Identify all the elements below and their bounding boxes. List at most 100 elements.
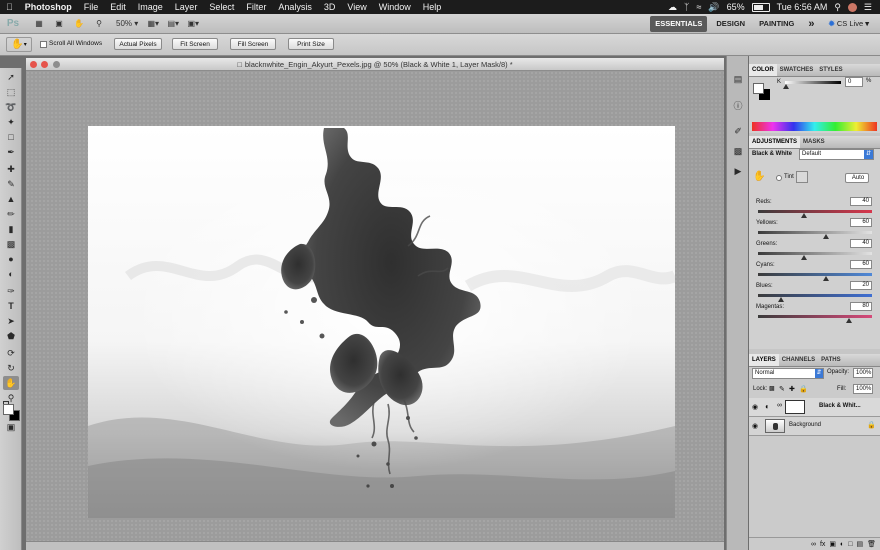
crop-tool-icon[interactable]: □ bbox=[3, 130, 19, 144]
add-mask-icon[interactable]: ▣ bbox=[829, 540, 836, 548]
lock-position-icon[interactable]: ✚ bbox=[789, 385, 795, 393]
slider-thumb[interactable] bbox=[800, 213, 807, 218]
k-channel-slider-thumb[interactable] bbox=[783, 84, 789, 89]
scroll-all-windows-checkbox[interactable] bbox=[40, 41, 47, 48]
cloud-icon[interactable]: ☁ bbox=[668, 2, 677, 13]
user-avatar-icon[interactable] bbox=[847, 2, 857, 12]
foreground-color-swatch[interactable] bbox=[3, 404, 14, 415]
menu-file[interactable]: File bbox=[78, 0, 105, 14]
gradient-tool-icon[interactable]: ▩ bbox=[3, 237, 19, 251]
menu-image[interactable]: Image bbox=[132, 0, 169, 14]
workspace-painting[interactable]: PAINTING bbox=[754, 16, 799, 32]
slider-value-field[interactable]: 60 bbox=[850, 218, 872, 227]
menu-analysis[interactable]: Analysis bbox=[272, 0, 318, 14]
info-panel-icon[interactable]: ⓘ bbox=[730, 98, 746, 112]
marquee-tool-icon[interactable]: ⬚ bbox=[3, 85, 19, 99]
delete-layer-icon[interactable]: 🗑 bbox=[867, 540, 876, 548]
layer-row-black-white[interactable]: ◉ ◐ ∞ Black & Whit... bbox=[749, 398, 880, 417]
slider-track[interactable] bbox=[758, 273, 872, 276]
k-value-field[interactable]: 0 bbox=[845, 77, 863, 87]
menu-app-name[interactable]: Photoshop bbox=[19, 0, 78, 14]
visibility-eye-icon[interactable]: ◉ bbox=[752, 422, 758, 430]
slider-track[interactable] bbox=[758, 210, 872, 213]
document-image[interactable] bbox=[88, 126, 675, 518]
tool-preset-picker[interactable]: ✋ ▾ bbox=[6, 37, 32, 52]
slider-value-field[interactable]: 40 bbox=[850, 197, 872, 206]
hand-tool-selected-icon[interactable]: ✋ bbox=[3, 376, 19, 390]
opacity-field[interactable]: 100% bbox=[853, 368, 873, 378]
layer-mask-thumbnail[interactable] bbox=[785, 400, 805, 414]
fit-screen-button[interactable]: Fit Screen bbox=[172, 38, 218, 50]
pen-tool-icon[interactable]: ✑ bbox=[3, 284, 19, 298]
menu-layer[interactable]: Layer bbox=[169, 0, 204, 14]
slider-value-field[interactable]: 40 bbox=[850, 239, 872, 248]
history-brush-tool-icon[interactable]: ✏ bbox=[3, 207, 19, 221]
zoom-tool-icon[interactable]: ⚲ bbox=[92, 17, 106, 31]
slider-track[interactable] bbox=[758, 315, 872, 318]
menu-filter[interactable]: Filter bbox=[240, 0, 272, 14]
bluetooth-icon[interactable]: ᛉ bbox=[684, 2, 689, 12]
zoom-window-icon[interactable] bbox=[53, 61, 60, 68]
tab-styles[interactable]: STYLES bbox=[816, 64, 845, 76]
layer-row-background[interactable]: ◉ Background 🔒 bbox=[749, 417, 880, 436]
eraser-tool-icon[interactable]: ▮ bbox=[3, 222, 19, 236]
slider-value-field[interactable]: 20 bbox=[850, 281, 872, 290]
slider-track[interactable] bbox=[758, 252, 872, 255]
targeted-adjustment-icon[interactable]: ✋ bbox=[753, 171, 765, 182]
healing-brush-tool-icon[interactable]: ✚ bbox=[3, 162, 19, 176]
fill-field[interactable]: 100% bbox=[853, 384, 873, 394]
histogram-panel-icon[interactable]: ▤ bbox=[730, 72, 746, 86]
color-fg-swatch[interactable] bbox=[753, 83, 764, 94]
slider-track[interactable] bbox=[758, 231, 872, 234]
color-ramp[interactable] bbox=[752, 122, 877, 131]
blend-mode-select[interactable]: Normal ⇵ bbox=[752, 368, 824, 379]
eyedropper-tool-icon[interactable]: ✒ bbox=[3, 145, 19, 159]
3d-rotate-tool-icon[interactable]: ⟳ bbox=[3, 346, 19, 360]
new-adjustment-icon[interactable]: ◐ bbox=[840, 541, 844, 548]
canvas-area[interactable] bbox=[26, 71, 724, 550]
arrange-documents-icon[interactable]: ▤▾ bbox=[166, 17, 180, 31]
print-size-button[interactable]: Print Size bbox=[288, 38, 334, 50]
lock-all-icon[interactable]: 🔒 bbox=[799, 385, 808, 393]
menu-edit[interactable]: Edit bbox=[104, 0, 132, 14]
slider-thumb[interactable] bbox=[823, 276, 830, 281]
mask-link-icon[interactable]: ∞ bbox=[777, 402, 782, 409]
visibility-eye-icon[interactable]: ◉ bbox=[752, 403, 758, 411]
menu-help[interactable]: Help bbox=[417, 0, 448, 14]
dodge-tool-icon[interactable]: ◐ bbox=[3, 267, 19, 281]
spotlight-icon[interactable]: ⚲ bbox=[834, 2, 841, 13]
3d-orbit-tool-icon[interactable]: ↻ bbox=[3, 361, 19, 375]
k-channel-slider[interactable] bbox=[785, 81, 841, 84]
clone-stamp-tool-icon[interactable]: ▲ bbox=[3, 192, 19, 206]
apple-icon[interactable]:  bbox=[0, 0, 19, 14]
tint-color-swatch[interactable] bbox=[796, 171, 808, 183]
move-tool-icon[interactable]: ➚ bbox=[3, 70, 19, 84]
lock-transparency-icon[interactable]: ▩ bbox=[769, 385, 775, 392]
wifi-icon[interactable]: ≈ bbox=[696, 2, 701, 12]
close-window-icon[interactable] bbox=[30, 61, 37, 68]
slider-thumb[interactable] bbox=[846, 318, 853, 323]
screen-mode-icon[interactable]: ▣▾ bbox=[186, 17, 200, 31]
slider-value-field[interactable]: 80 bbox=[850, 302, 872, 311]
quick-mask-icon[interactable]: ▣ bbox=[3, 420, 19, 434]
preset-select[interactable]: Default ⇵ bbox=[799, 149, 874, 160]
battery-icon[interactable] bbox=[751, 2, 770, 12]
tab-color[interactable]: COLOR bbox=[749, 64, 777, 76]
link-layers-icon[interactable]: ∞ bbox=[811, 541, 816, 548]
cs-live-button[interactable]: ✹ CS Live ▾ bbox=[824, 16, 875, 32]
slider-thumb[interactable] bbox=[777, 297, 784, 302]
menu-view[interactable]: View bbox=[341, 0, 372, 14]
workspace-design[interactable]: DESIGN bbox=[711, 16, 750, 32]
zoom-level-select[interactable]: 50% ▾ bbox=[116, 17, 138, 31]
path-selection-tool-icon[interactable]: ➤ bbox=[3, 314, 19, 328]
brush-presets-icon[interactable]: ✐ bbox=[730, 124, 746, 138]
slider-track[interactable] bbox=[758, 294, 872, 297]
auto-button[interactable]: Auto bbox=[845, 173, 869, 183]
type-tool-icon[interactable]: T bbox=[3, 299, 19, 313]
tab-masks[interactable]: MASKS bbox=[800, 136, 828, 148]
menu-window[interactable]: Window bbox=[373, 0, 417, 14]
shape-tool-icon[interactable]: ⬟ bbox=[3, 329, 19, 343]
lock-pixels-icon[interactable]: ✎ bbox=[779, 385, 785, 393]
clone-source-icon[interactable]: ▩ bbox=[730, 144, 746, 158]
tab-adjustments[interactable]: ADJUSTMENTS bbox=[749, 136, 801, 148]
